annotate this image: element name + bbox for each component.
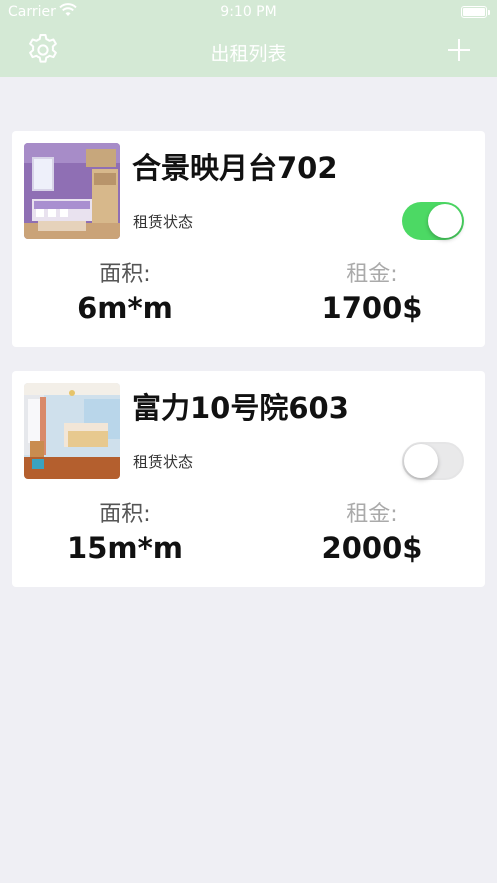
rental-status-label: 租赁状态 bbox=[133, 213, 194, 231]
rent-value: 2000$ bbox=[321, 531, 423, 565]
rental-status-toggle[interactable] bbox=[402, 202, 464, 240]
battery-icon bbox=[461, 6, 490, 18]
page-title: 出租列表 bbox=[210, 43, 287, 65]
listing-name: 合景映月台702 bbox=[132, 151, 338, 185]
listing-card[interactable]: 合景映月台702 租赁状态 面积: 租金: 6m*m 1700$ bbox=[12, 131, 485, 347]
navigation-bar: Carrier 9:10 PM 出租列表 bbox=[0, 0, 497, 77]
rental-status-toggle[interactable] bbox=[402, 442, 464, 480]
toggle-knob bbox=[428, 204, 462, 238]
rent-label: 租金: bbox=[346, 502, 398, 527]
clock: 9:10 PM bbox=[220, 4, 277, 20]
rent-value: 1700$ bbox=[321, 291, 423, 325]
listing-photo bbox=[24, 143, 120, 239]
plus-icon bbox=[448, 39, 470, 61]
area-label: 面积: bbox=[99, 502, 151, 527]
listing-name: 富力10号院603 bbox=[132, 391, 349, 425]
toggle-knob bbox=[404, 444, 438, 478]
area-value: 15m*m bbox=[67, 531, 183, 565]
listing-card[interactable]: 富力10号院603 租赁状态 面积: 租金: 15m*m 2000$ bbox=[12, 371, 485, 587]
rental-status-label: 租赁状态 bbox=[133, 453, 194, 471]
screen: Carrier 9:10 PM 出租列表 合景映月台702 租赁状态 面积: 租… bbox=[0, 0, 497, 883]
area-value: 6m*m bbox=[77, 291, 173, 325]
status-bar: Carrier 9:10 PM bbox=[0, 0, 497, 24]
area-label: 面积: bbox=[99, 262, 151, 287]
add-listing-button[interactable] bbox=[446, 37, 472, 63]
rent-label: 租金: bbox=[346, 262, 398, 287]
listing-photo bbox=[24, 383, 120, 479]
